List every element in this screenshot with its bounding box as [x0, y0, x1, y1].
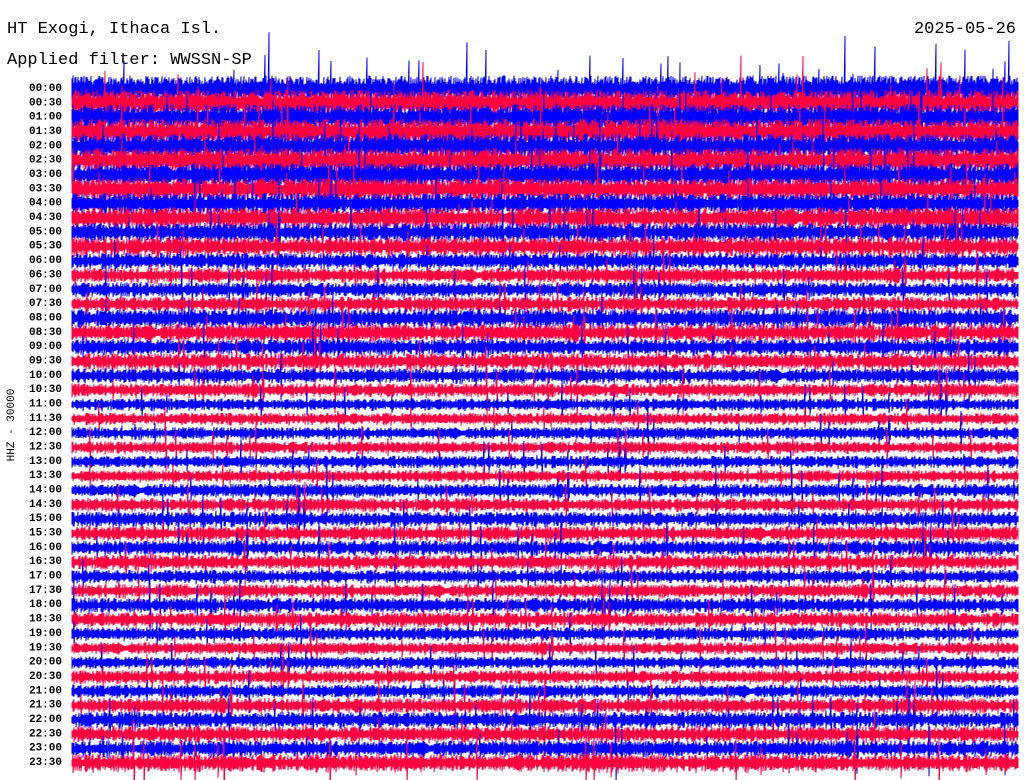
row-time-label: 06:00 [29, 255, 62, 267]
row-time-label: 12:30 [29, 442, 62, 454]
row-time-label: 02:30 [29, 155, 62, 167]
row-time-label: 01:00 [29, 112, 62, 124]
row-time-label: 11:00 [29, 398, 62, 410]
row-time-label: 03:00 [29, 169, 62, 181]
row-time-label: 12:00 [29, 427, 62, 439]
row-time-label: 21:00 [29, 685, 62, 697]
row-time-label: 03:30 [29, 183, 62, 195]
row-time-label: 15:00 [29, 513, 62, 525]
row-time-label: 17:00 [29, 571, 62, 583]
row-time-label: 23:00 [29, 743, 62, 755]
row-time-label: 05:30 [29, 241, 62, 253]
row-time-label: 18:00 [29, 599, 62, 611]
seismic-trace-0800 [71, 288, 1019, 350]
row-time-label: 05:00 [29, 226, 62, 238]
row-time-label: 07:30 [29, 298, 62, 310]
row-time-label: 16:30 [29, 556, 62, 568]
row-time-label: 09:00 [29, 341, 62, 353]
row-time-label: 08:00 [29, 312, 62, 324]
row-time-label: 11:30 [29, 413, 62, 425]
row-time-label: 16:00 [29, 542, 62, 554]
row-time-label: 13:00 [29, 456, 62, 468]
row-time-label: 14:00 [29, 485, 62, 497]
row-time-label: 04:00 [29, 198, 62, 210]
row-time-label: 08:30 [29, 327, 62, 339]
row-time-label: 14:30 [29, 499, 62, 511]
row-time-label: 09:30 [29, 355, 62, 367]
row-time-label: 10:00 [29, 370, 62, 382]
row-time-label: 15:30 [29, 528, 62, 540]
row-time-label: 23:30 [29, 757, 62, 769]
row-time-label: 18:30 [29, 614, 62, 626]
helicorder-plot: 00:00 00:30 01:00 01:30 02:00 02:30 03:00 03:30… [29, 32, 1019, 780]
row-time-label: 10:30 [29, 384, 62, 396]
row-time-label: 01:30 [29, 126, 62, 138]
row-time-label: 07:00 [29, 284, 62, 296]
row-time-label: 22:30 [29, 728, 62, 740]
row-time-label: 17:30 [29, 585, 62, 597]
row-time-label: 20:00 [29, 657, 62, 669]
row-time-label: 00:30 [29, 97, 62, 109]
row-time-label: 04:30 [29, 212, 62, 224]
seismic-trace-0900 [71, 317, 1019, 375]
row-time-label: 06:30 [29, 269, 62, 281]
row-time-label: 22:00 [29, 714, 62, 726]
row-time-label: 13:30 [29, 470, 62, 482]
row-time-label: 00:00 [29, 83, 62, 95]
row-time-label: 02:00 [29, 140, 62, 152]
row-time-label: 21:30 [29, 700, 62, 712]
row-time-label: 20:30 [29, 671, 62, 683]
row-time-label: 19:00 [29, 628, 62, 640]
row-time-label: 19:30 [29, 642, 62, 654]
